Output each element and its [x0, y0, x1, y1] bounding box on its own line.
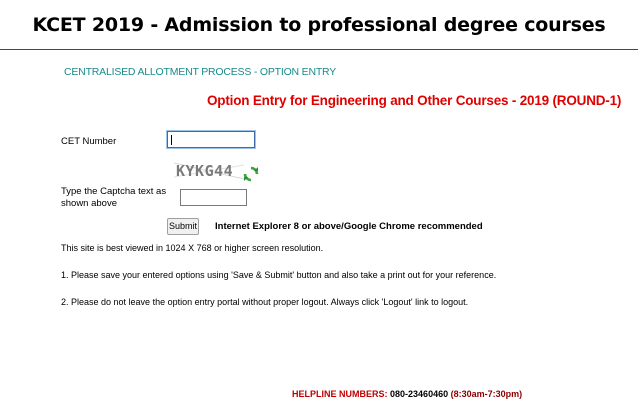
captcha-image: KYKG44 — [173, 157, 245, 189]
refresh-icon[interactable] — [243, 166, 259, 186]
form-heading: Option Entry for Engineering and Other C… — [207, 93, 622, 108]
note-logout: 2. Please do not leave the option entry … — [61, 297, 469, 307]
captcha-graphic: KYKG44 — [173, 157, 245, 185]
captcha-label: Type the Captcha text as shown above — [61, 186, 167, 209]
page-title: KCET 2019 - Admission to professional de… — [32, 14, 606, 36]
helpline-hours: (8:30am-7:30pm) — [450, 389, 523, 399]
cet-number-input[interactable] — [166, 130, 256, 149]
text-caret — [171, 135, 172, 145]
submit-button[interactable]: Submit — [167, 218, 199, 235]
browser-recommendation: Internet Explorer 8 or above/Google Chro… — [215, 221, 483, 232]
helpline: HELPLINE NUMBERS: 080-23460460 (8:30am-7… — [292, 389, 522, 399]
refresh-graphic — [243, 166, 259, 182]
captcha-text: KYKG44 — [176, 162, 233, 180]
header-divider — [0, 49, 638, 50]
helpline-label: HELPLINE NUMBERS: — [292, 389, 388, 399]
process-heading: CENTRALISED ALLOTMENT PROCESS - OPTION E… — [64, 66, 337, 78]
captcha-input[interactable] — [180, 189, 247, 206]
cet-number-label: CET Number — [61, 136, 117, 147]
helpline-number: 080-23460460 — [390, 389, 449, 399]
resolution-note: This site is best viewed in 1024 X 768 o… — [61, 243, 324, 253]
note-save-submit: 1. Please save your entered options usin… — [61, 270, 497, 280]
